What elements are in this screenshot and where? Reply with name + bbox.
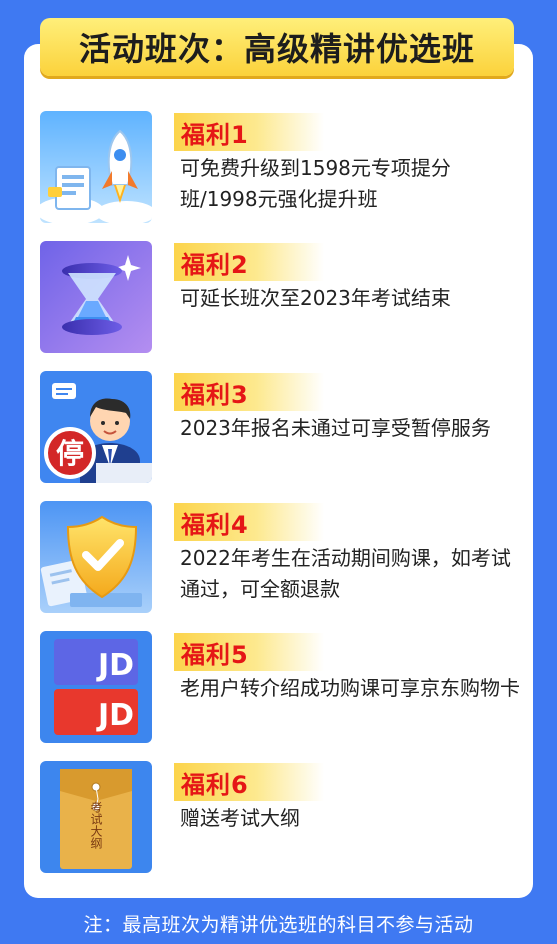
pause-icon-text: 停 xyxy=(56,437,84,470)
benefit-description: 老用户转介绍成功购课可享京东购物卡 xyxy=(180,676,520,700)
footer-note: 注：最高班次为精讲优选班的科目不参与活动 xyxy=(83,914,474,936)
benefit-badge: 福利3 xyxy=(174,373,324,411)
benefit-label: 福利5 xyxy=(181,640,249,669)
page-title: 活动班次：高级精讲优选班 xyxy=(78,30,475,68)
benefit-badge: 福利5 xyxy=(174,633,324,671)
benefit-item-4: 福利4 2022年考生在活动期间购课，如考试通过，可全额退款 xyxy=(40,501,520,613)
shield-check-icon xyxy=(40,501,152,613)
jd-card-icon: JD JD xyxy=(40,631,152,743)
envelope-text: 考试大纲 xyxy=(89,801,103,849)
benefit-item-6: 考试大纲 福利6 赠送考试大纲 xyxy=(40,761,520,873)
benefit-label: 福利4 xyxy=(181,510,249,539)
benefit-badge: 福利6 xyxy=(174,763,324,801)
benefit-description: 可免费升级到1598元专项提分班/1998元强化提升班 xyxy=(180,156,451,211)
benefit-label: 福利1 xyxy=(181,120,249,149)
jd-card-text: JD xyxy=(96,698,134,733)
benefit-badge: 福利2 xyxy=(174,243,324,281)
benefit-item-2: 福利2 可延长班次至2023年考试结束 xyxy=(40,241,520,353)
pause-service-icon: 停 xyxy=(40,371,152,483)
jd-card-text: JD xyxy=(96,648,134,683)
benefit-label: 福利6 xyxy=(181,770,249,799)
rocket-icon xyxy=(40,111,152,223)
benefit-item-3: 停 福利3 2023年报名未通过可享受暂停服务 xyxy=(40,371,520,483)
envelope-icon: 考试大纲 xyxy=(40,761,152,873)
benefit-badge: 福利4 xyxy=(174,503,324,541)
benefit-badge: 福利1 xyxy=(174,113,324,151)
benefit-description: 2023年报名未通过可享受暂停服务 xyxy=(180,416,491,440)
benefit-label: 福利2 xyxy=(181,250,249,279)
benefit-item-1: 福利1 可免费升级到1598元专项提分班/1998元强化提升班 xyxy=(40,111,520,223)
benefit-description: 2022年考生在活动期间购课，如考试通过，可全额退款 xyxy=(180,546,511,601)
benefits-card: 福利1 可免费升级到1598元专项提分班/1998元强化提升班 福利2 可延长班… xyxy=(24,44,533,898)
benefit-item-5: JD JD 福利5 老用户转介绍成功购课可享京东购物卡 xyxy=(40,631,520,743)
hourglass-icon xyxy=(40,241,152,353)
page-title-banner: 活动班次：高级精讲优选班 xyxy=(40,18,514,76)
benefit-description: 可延长班次至2023年考试结束 xyxy=(180,286,451,310)
benefit-description: 赠送考试大纲 xyxy=(180,806,300,830)
benefit-label: 福利3 xyxy=(181,380,249,409)
